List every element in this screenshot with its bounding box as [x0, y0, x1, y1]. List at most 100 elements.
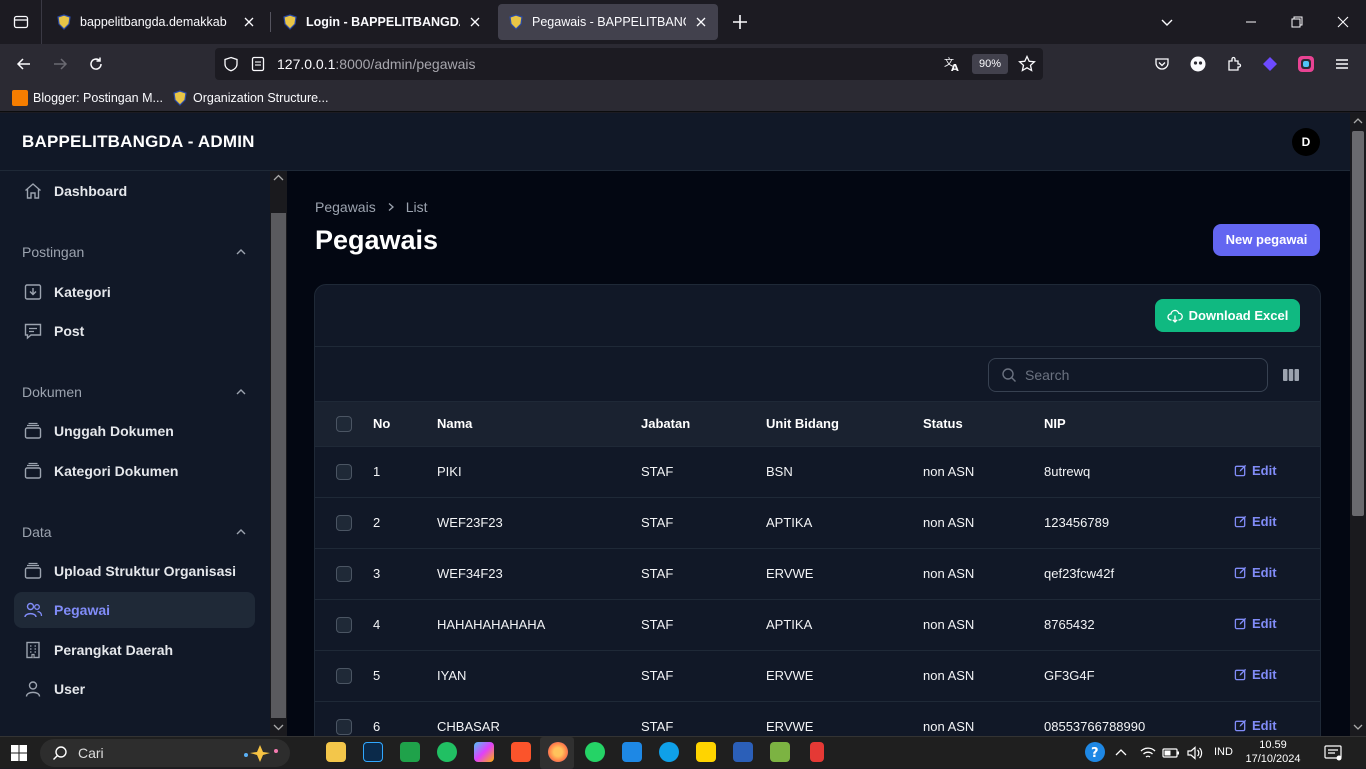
- sidebar-item-pegawai[interactable]: Pegawai: [14, 592, 255, 628]
- bookmark-star-icon[interactable]: [1018, 55, 1036, 73]
- column-header-unit-bidang[interactable]: Unit Bidang: [766, 402, 923, 446]
- sidebar-item-post[interactable]: Post: [14, 313, 255, 349]
- tray-chevron-up-icon[interactable]: [1114, 746, 1128, 760]
- tab-list-icon[interactable]: [0, 0, 42, 44]
- brand-title[interactable]: BAPPELITBANGDA - ADMIN: [22, 132, 255, 152]
- row-checkbox[interactable]: [336, 616, 352, 633]
- sidebar-scroll-thumb[interactable]: [271, 213, 286, 718]
- copilot-icon[interactable]: [474, 742, 494, 762]
- reload-icon[interactable]: [84, 52, 108, 76]
- sidebar-item-kategori-dokumen[interactable]: Kategori Dokumen: [14, 453, 255, 489]
- browser-tab-2[interactable]: Login - BAPPELITBANGDA - AI: [272, 4, 492, 40]
- pocket-icon[interactable]: [1150, 52, 1174, 76]
- bookmark-blogger[interactable]: Blogger: Postingan M...: [12, 90, 163, 106]
- sidebar-group-dokumen[interactable]: Dokumen: [22, 380, 247, 404]
- url-text[interactable]: 127.0.0.1:8000/admin/pegawais: [277, 56, 476, 72]
- sidebar-group-data[interactable]: Data: [22, 520, 247, 544]
- shield-icon[interactable]: [223, 56, 239, 72]
- minimize-icon[interactable]: [1228, 0, 1274, 44]
- row-checkbox[interactable]: [336, 514, 352, 531]
- column-header-no[interactable]: No: [373, 402, 437, 446]
- back-arrow-icon[interactable]: [12, 52, 36, 76]
- proton-extension-icon[interactable]: [1258, 52, 1282, 76]
- color-extension-icon[interactable]: [1294, 52, 1318, 76]
- scroll-down-arrow-icon[interactable]: [273, 723, 284, 731]
- browser-tab-active[interactable]: Pegawais - BAPPELITBANGDA -: [498, 4, 718, 40]
- row-checkbox[interactable]: [336, 463, 352, 480]
- browser-tab-1[interactable]: bappelitbangda.demakkab: [46, 4, 266, 40]
- sidebar-item-perangkat-daerah[interactable]: Perangkat Daerah: [14, 632, 255, 668]
- translate-icon[interactable]: 文A: [943, 55, 961, 73]
- sidebar-item-dashboard[interactable]: Dashboard: [14, 173, 255, 209]
- close-tab-icon[interactable]: [694, 15, 708, 29]
- new-tab-icon[interactable]: [728, 10, 752, 34]
- notification-center-icon[interactable]: [1324, 745, 1342, 761]
- lambda-app-icon[interactable]: [770, 742, 790, 762]
- column-header-jabatan[interactable]: Jabatan: [641, 402, 766, 446]
- page-scrollbar[interactable]: [1350, 113, 1366, 736]
- account-icon[interactable]: [1186, 52, 1210, 76]
- vscode-icon[interactable]: [622, 742, 642, 762]
- search-input[interactable]: [1025, 367, 1255, 383]
- edit-button[interactable]: Edit: [1234, 514, 1277, 529]
- column-header-status[interactable]: Status: [923, 402, 1044, 446]
- row-checkbox[interactable]: [336, 565, 352, 582]
- chevron-up-icon[interactable]: [235, 526, 247, 538]
- download-excel-button[interactable]: Download Excel: [1155, 299, 1300, 332]
- line-app-icon[interactable]: [437, 742, 457, 762]
- column-toggle-icon[interactable]: [1281, 365, 1301, 385]
- edit-button[interactable]: Edit: [1234, 616, 1277, 631]
- sidebar-group-postingan[interactable]: Postingan: [22, 240, 247, 264]
- sidebar-item-kategori[interactable]: Kategori: [14, 274, 255, 310]
- edit-button[interactable]: Edit: [1234, 718, 1277, 733]
- brave-browser-icon[interactable]: [511, 742, 531, 762]
- volume-icon[interactable]: [1186, 745, 1204, 761]
- select-all-checkbox[interactable]: [336, 416, 352, 433]
- file-explorer-icon[interactable]: [326, 742, 346, 762]
- row-checkbox[interactable]: [336, 719, 352, 736]
- scroll-down-arrow-icon[interactable]: [1353, 723, 1363, 731]
- close-tab-icon[interactable]: [242, 15, 256, 29]
- close-tab-icon[interactable]: [468, 15, 482, 29]
- scroll-up-arrow-icon[interactable]: [1353, 117, 1363, 125]
- table-row[interactable]: 5 IYAN STAF ERVWE non ASN GF3G4F Edit: [315, 650, 1320, 701]
- table-row[interactable]: 1 PIKI STAF BSN non ASN 8utrewq Edit: [315, 446, 1320, 497]
- sidebar-scrollbar[interactable]: [270, 171, 287, 736]
- search-box[interactable]: [988, 358, 1268, 392]
- extensions-icon[interactable]: [1222, 52, 1246, 76]
- forward-arrow-icon[interactable]: [48, 52, 72, 76]
- word-icon[interactable]: [733, 742, 753, 762]
- battery-icon[interactable]: [1162, 746, 1180, 760]
- taskbar-clock[interactable]: 10.59 17/10/2024: [1240, 738, 1306, 766]
- table-row[interactable]: 3 WEF34F23 STAF ERVWE non ASN qef23fcw42f Edit: [315, 548, 1320, 599]
- wifi-icon[interactable]: [1140, 745, 1156, 761]
- zoom-level-badge[interactable]: 90%: [972, 54, 1008, 74]
- avatar[interactable]: D: [1292, 128, 1320, 156]
- edit-button[interactable]: Edit: [1234, 463, 1277, 478]
- chevron-up-icon[interactable]: [235, 246, 247, 258]
- column-header-nip[interactable]: NIP: [1044, 402, 1234, 446]
- table-row[interactable]: 2 WEF23F23 STAF APTIKA non ASN 123456789 Edit: [315, 497, 1320, 548]
- column-header-nama[interactable]: Nama: [437, 402, 641, 446]
- sidebar-item-user[interactable]: User: [14, 671, 255, 707]
- table-row[interactable]: 4 HAHAHAHAHAHA STAF APTIKA non ASN 8765432 Edi…: [315, 599, 1320, 650]
- help-icon[interactable]: ?: [1084, 741, 1106, 763]
- restore-icon[interactable]: [1274, 0, 1320, 44]
- edge-browser-icon[interactable]: [659, 742, 679, 762]
- close-window-icon[interactable]: [1320, 0, 1366, 44]
- menu-hamburger-icon[interactable]: [1330, 52, 1354, 76]
- edit-button[interactable]: Edit: [1234, 565, 1277, 580]
- new-pegawai-button[interactable]: New pegawai: [1213, 224, 1320, 256]
- sticky-notes-icon[interactable]: [696, 742, 716, 762]
- chevron-up-icon[interactable]: [235, 386, 247, 398]
- url-bar[interactable]: 127.0.0.1:8000/admin/pegawais 文A 90%: [215, 48, 1043, 80]
- taskbar-search[interactable]: Cari: [40, 739, 290, 767]
- row-checkbox[interactable]: [336, 667, 352, 684]
- bookmark-organization[interactable]: Organization Structure...: [172, 90, 328, 106]
- whatsapp-icon[interactable]: [585, 742, 605, 762]
- photoshop-icon[interactable]: [363, 742, 383, 762]
- sidebar-item-upload-struktur[interactable]: Upload Struktur Organisasi: [14, 553, 255, 589]
- input-language[interactable]: IND: [1214, 746, 1233, 758]
- sidebar-item-unggah-dokumen[interactable]: Unggah Dokumen: [14, 413, 255, 449]
- scroll-up-arrow-icon[interactable]: [273, 174, 284, 182]
